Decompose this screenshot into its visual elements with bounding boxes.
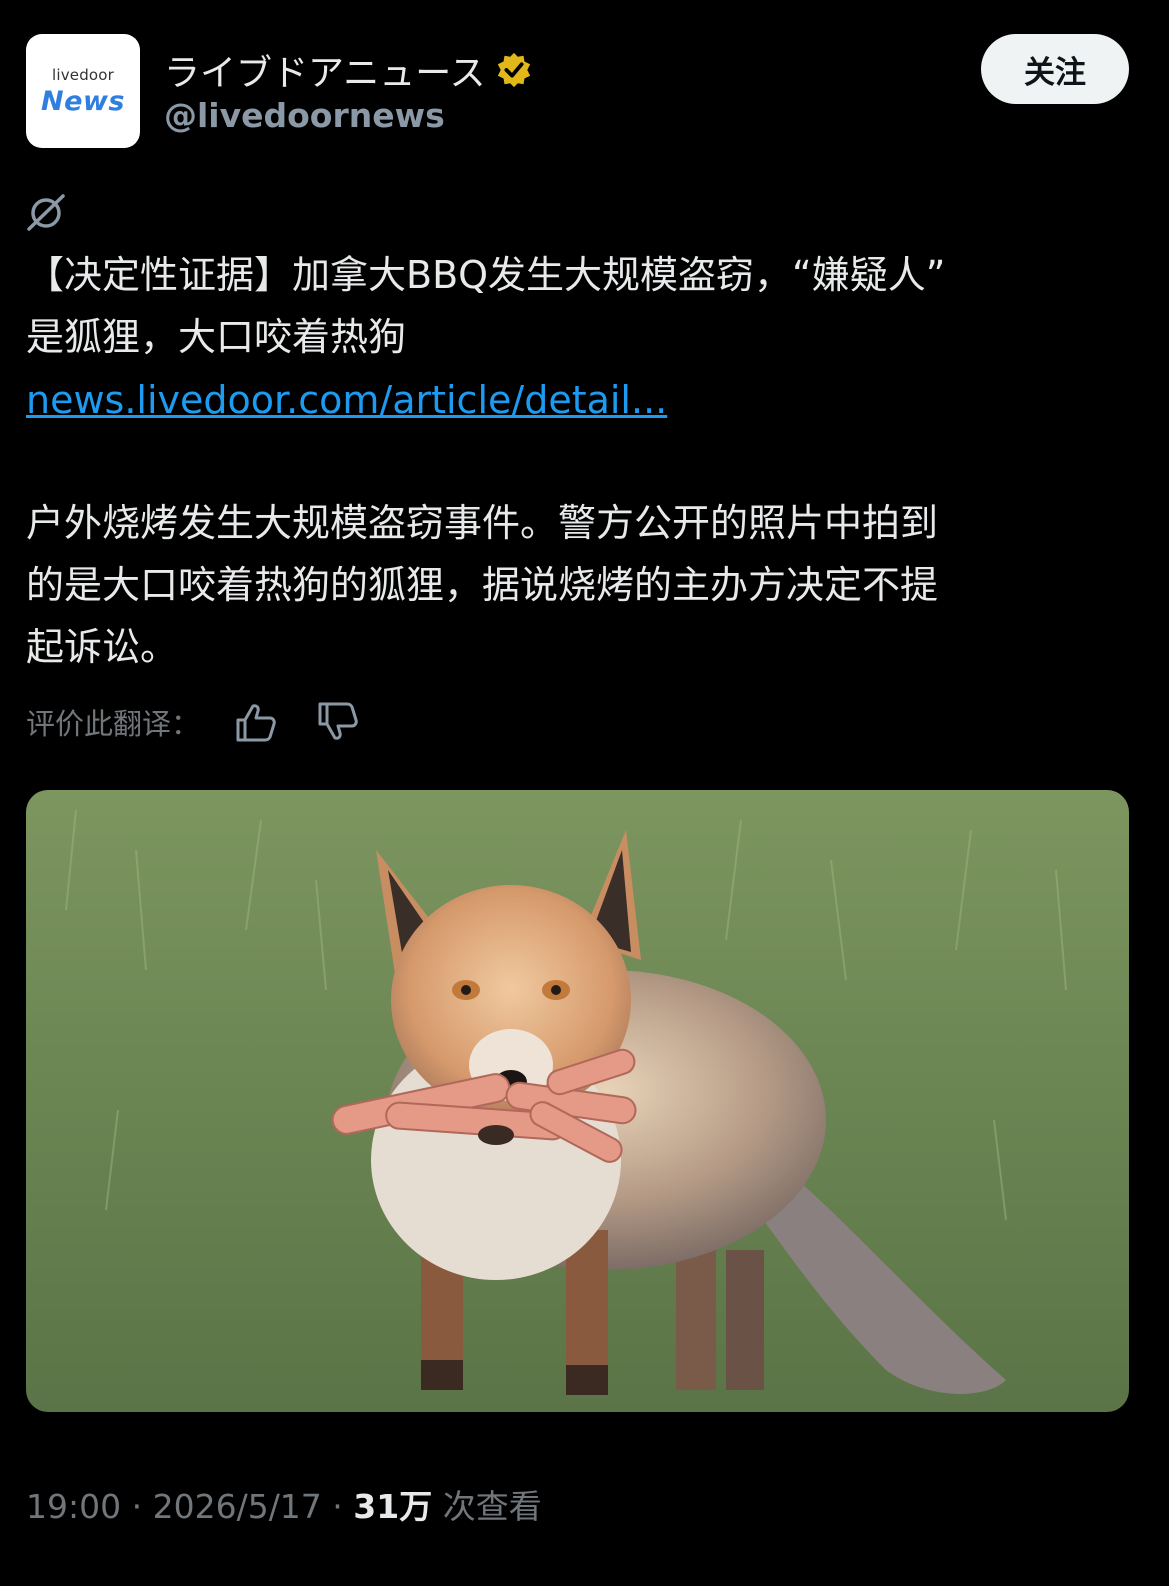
verified-badge-icon bbox=[498, 52, 531, 88]
post-photo[interactable] bbox=[26, 790, 1129, 1412]
fox-photo-illustration bbox=[26, 790, 1129, 1412]
avatar[interactable]: livedoor News bbox=[26, 34, 140, 148]
thumbs-down-icon[interactable] bbox=[316, 700, 360, 744]
views-label: 次查看 bbox=[432, 1487, 542, 1526]
post-title-line: 是狐狸，大口咬着热狗 bbox=[26, 315, 407, 359]
display-name[interactable]: ライブドアニュース bbox=[164, 44, 533, 96]
meta-separator: · bbox=[321, 1487, 354, 1526]
post-title-line: 【决定性证据】加拿大BBQ发生大规模盗窃，“嫌疑人” bbox=[26, 253, 946, 297]
avatar-brand-small: livedoor bbox=[51, 65, 115, 84]
article-link[interactable]: news.livedoor.com/article/detail... bbox=[26, 370, 667, 430]
views-count: 31万 bbox=[353, 1487, 433, 1526]
post-description-line: 起诉讼。 bbox=[26, 625, 179, 669]
post-header: livedoor News ライブドアニュース @livedoornews 关注 bbox=[26, 34, 1143, 148]
thumbs-up-icon[interactable] bbox=[234, 700, 278, 744]
avatar-brand-big: News bbox=[41, 85, 125, 117]
post-title: 【决定性证据】加拿大BBQ发生大规模盗窃，“嫌疑人” 是狐狸，大口咬着热狗 bbox=[26, 244, 1136, 368]
rate-translation-label: 评价此翻译： bbox=[26, 707, 201, 741]
display-name-text: ライブドアニュース bbox=[164, 53, 486, 94]
post-description: 户外烧烤发生大规模盗窃事件。警方公开的照片中拍到 的是大口咬着热狗的狐狸，据说烧… bbox=[26, 492, 1136, 678]
post-description-line: 户外烧烤发生大规模盗窃事件。警方公开的照片中拍到 bbox=[26, 501, 939, 545]
rate-translation-row: 评价此翻译： bbox=[26, 698, 398, 746]
meta-separator: · bbox=[121, 1487, 153, 1526]
translate-icon bbox=[27, 194, 65, 231]
post-description-line: 的是大口咬着热狗的狐狸，据说烧烤的主办方决定不提 bbox=[26, 563, 939, 607]
post-date[interactable]: 2026/5/17 bbox=[153, 1487, 322, 1526]
post-meta: 19:00 · 2026/5/17 · 31万 次查看 bbox=[26, 1480, 542, 1528]
follow-button[interactable]: 关注 bbox=[981, 34, 1129, 104]
post-time[interactable]: 19:00 bbox=[26, 1487, 121, 1526]
account-handle[interactable]: @livedoornews bbox=[164, 96, 445, 135]
